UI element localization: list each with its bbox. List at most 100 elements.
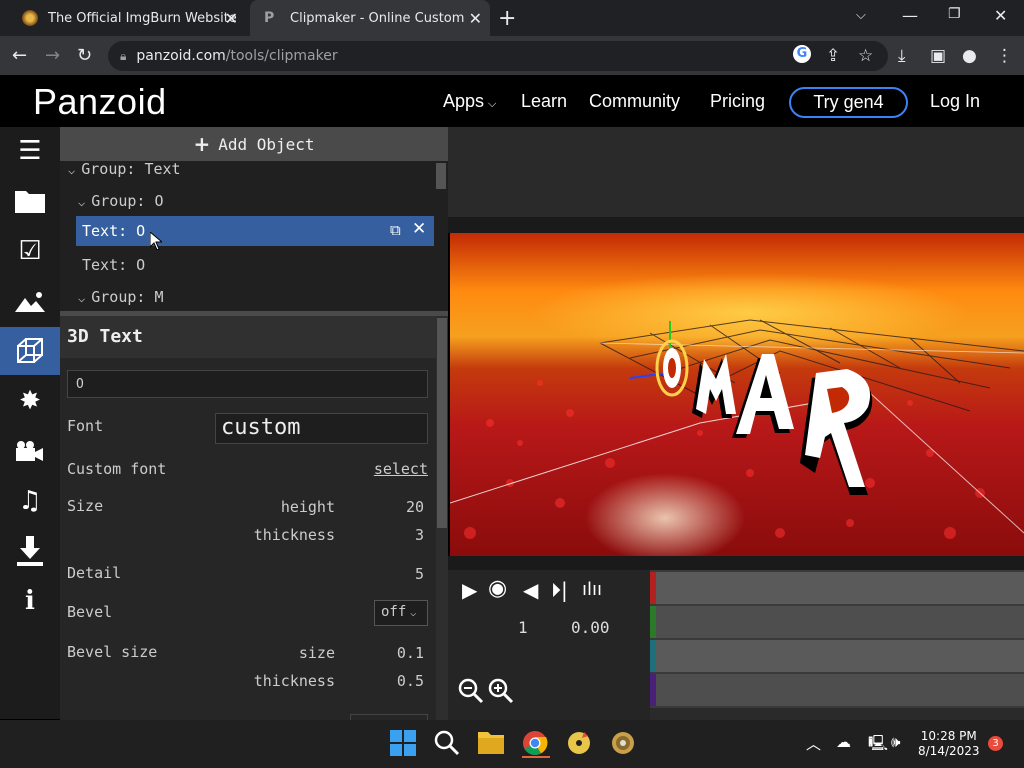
bevel-size-value[interactable]: 0.1: [360, 644, 424, 662]
text-input[interactable]: O: [67, 370, 428, 398]
disc-app-icon[interactable]: [610, 730, 638, 758]
profile-icon[interactable]: ●: [962, 46, 977, 66]
menu-icon[interactable]: ☰: [0, 127, 60, 175]
add-object-button[interactable]: + Add Object: [60, 127, 448, 161]
select-font-link[interactable]: select: [360, 460, 428, 478]
nav-community[interactable]: Community: [589, 91, 680, 112]
properties-panel: 3D Text O Font custom Custom font select…: [60, 316, 448, 720]
download-icon[interactable]: [0, 527, 60, 575]
track-color: [650, 674, 656, 706]
close-tab-icon[interactable]: ✕: [469, 9, 482, 28]
tree-item-text-o[interactable]: Text: O: [82, 256, 145, 274]
reload-icon[interactable]: ↻: [77, 45, 92, 66]
address-bar-row: ← → ↻ 🔒︎ panzoid.com/tools/clipmaker G ⇪…: [0, 36, 1024, 76]
forward-icon[interactable]: →: [45, 45, 60, 66]
tab-title: The Official ImgBurn Website: [48, 10, 237, 26]
tree-group-text[interactable]: ⌵ Group: Text: [68, 160, 181, 178]
nav-learn[interactable]: Learn: [521, 91, 567, 112]
timeline-panel: ▶ ◉ ◀ ⏵︎| ılıı 1 0.00: [448, 570, 1024, 720]
chrome-icon[interactable]: [522, 730, 550, 758]
timeline-track[interactable]: [656, 674, 1024, 706]
info-icon[interactable]: i: [0, 577, 60, 625]
login-link[interactable]: Log In: [930, 91, 980, 112]
thickness-value[interactable]: 3: [360, 526, 424, 544]
music-icon[interactable]: ♫: [0, 477, 60, 525]
tab-title: Clipmaker - Online Custom Intro Maker: [290, 10, 466, 26]
timeline-controls: ▶ ◉ ◀ ⏵︎| ılıı 1 0.00: [448, 570, 653, 720]
bevel-thickness-value[interactable]: 0.5: [360, 672, 424, 690]
preview-toolbar-area: [448, 127, 1024, 217]
eye-icon[interactable]: ◉: [488, 576, 507, 601]
share-icon[interactable]: ⇪: [826, 46, 840, 66]
timeline-tracks[interactable]: [650, 570, 1024, 720]
duplicate-icon[interactable]: ⧉: [390, 221, 401, 239]
new-tab-icon[interactable]: +: [498, 6, 516, 31]
search-icon[interactable]: [434, 730, 462, 758]
volume-icon[interactable]: 🕪︎: [891, 733, 900, 751]
panzoid-logo[interactable]: Panzoid: [33, 81, 167, 123]
tree-group-o[interactable]: ⌵ Group: O: [78, 192, 163, 210]
windows-start-icon[interactable]: [390, 730, 418, 758]
taskbar-clock[interactable]: 10:28 PM 8/14/2023: [918, 729, 980, 759]
tab-imgburn[interactable]: The Official ImgBurn Website ✕: [8, 0, 246, 36]
folder-icon[interactable]: [0, 177, 60, 225]
play-icon[interactable]: ▶: [462, 578, 477, 602]
delete-icon[interactable]: ✕: [412, 219, 426, 239]
url-input[interactable]: 🔒︎ panzoid.com/tools/clipmaker: [108, 41, 888, 71]
back-icon[interactable]: ←: [12, 45, 27, 66]
nav-apps[interactable]: Apps ⌵: [443, 91, 496, 112]
checkbox-icon[interactable]: ☑: [0, 227, 60, 275]
step-forward-icon[interactable]: ⏵︎|: [551, 578, 568, 602]
file-explorer-icon[interactable]: [478, 730, 506, 758]
tree-group-m[interactable]: ⌵ Group: M: [78, 288, 163, 306]
nav-pricing[interactable]: Pricing: [710, 91, 765, 112]
bevel-select[interactable]: off ⌵: [374, 600, 428, 626]
preview-bottom-gap: [448, 556, 1024, 570]
size-label: Size: [67, 497, 104, 515]
tab-search-icon[interactable]: ⌵: [856, 8, 866, 23]
timeline-scrollbar[interactable]: [650, 708, 1024, 720]
object-scrollbar[interactable]: [436, 163, 446, 189]
restore-icon[interactable]: ❐: [948, 6, 961, 22]
camera-icon[interactable]: [0, 427, 60, 475]
image-icon[interactable]: [0, 277, 60, 325]
track-color: [650, 640, 656, 672]
preview-canvas[interactable]: [450, 233, 1024, 556]
zoom-in-icon[interactable]: [488, 678, 514, 709]
minimize-icon[interactable]: —: [902, 6, 918, 25]
onedrive-icon[interactable]: ☁: [836, 733, 851, 751]
tree-item-selected[interactable]: Text: O ⧉ ✕: [76, 216, 434, 250]
zoom-out-icon[interactable]: [458, 678, 484, 710]
tab-clipmaker[interactable]: P Clipmaker - Online Custom Intro Maker …: [250, 0, 490, 36]
cube-icon[interactable]: [0, 327, 60, 375]
font-field[interactable]: custom: [215, 413, 428, 444]
windows-taskbar: ︿ ☁ 🖳︎ 🕪︎ 10:28 PM 8/14/2023 3: [0, 720, 1024, 768]
more-menu-icon[interactable]: ⋮: [996, 46, 1013, 66]
notification-badge[interactable]: 3: [988, 736, 1003, 751]
timeline-track[interactable]: [656, 640, 1024, 672]
detail-value[interactable]: 5: [360, 565, 424, 583]
waveform-icon[interactable]: ılıı: [582, 579, 602, 600]
google-icon[interactable]: G: [793, 45, 811, 63]
timeline-track[interactable]: [656, 606, 1024, 638]
chevron-down-icon: ⌵: [68, 163, 76, 177]
timeline-track[interactable]: [656, 572, 1024, 604]
close-window-icon[interactable]: ✕: [994, 6, 1007, 25]
download-icon[interactable]: ⤓: [898, 46, 906, 66]
side-panel-icon[interactable]: ▣: [930, 46, 946, 66]
volume-icon[interactable]: ◀: [523, 578, 538, 602]
height-value[interactable]: 20: [360, 498, 424, 516]
bevel-thickness-label: thickness: [253, 672, 335, 690]
bevel-label: Bevel: [67, 603, 113, 621]
tray-chevron-icon[interactable]: ︿: [806, 733, 821, 754]
thickness-label: thickness: [253, 526, 335, 544]
bookmark-star-icon[interactable]: ☆: [858, 46, 873, 66]
close-tab-icon[interactable]: ✕: [225, 9, 238, 28]
properties-scrollbar-thumb[interactable]: [437, 318, 447, 528]
try-gen4-button[interactable]: Try gen4: [789, 87, 908, 118]
imgburn-taskbar-icon[interactable]: [566, 730, 594, 758]
lock-icon: 🔒︎: [120, 48, 127, 63]
burst-icon[interactable]: ✸: [0, 377, 60, 425]
network-icon[interactable]: 🖳︎: [868, 733, 888, 758]
frame-counter: 1: [518, 618, 528, 637]
